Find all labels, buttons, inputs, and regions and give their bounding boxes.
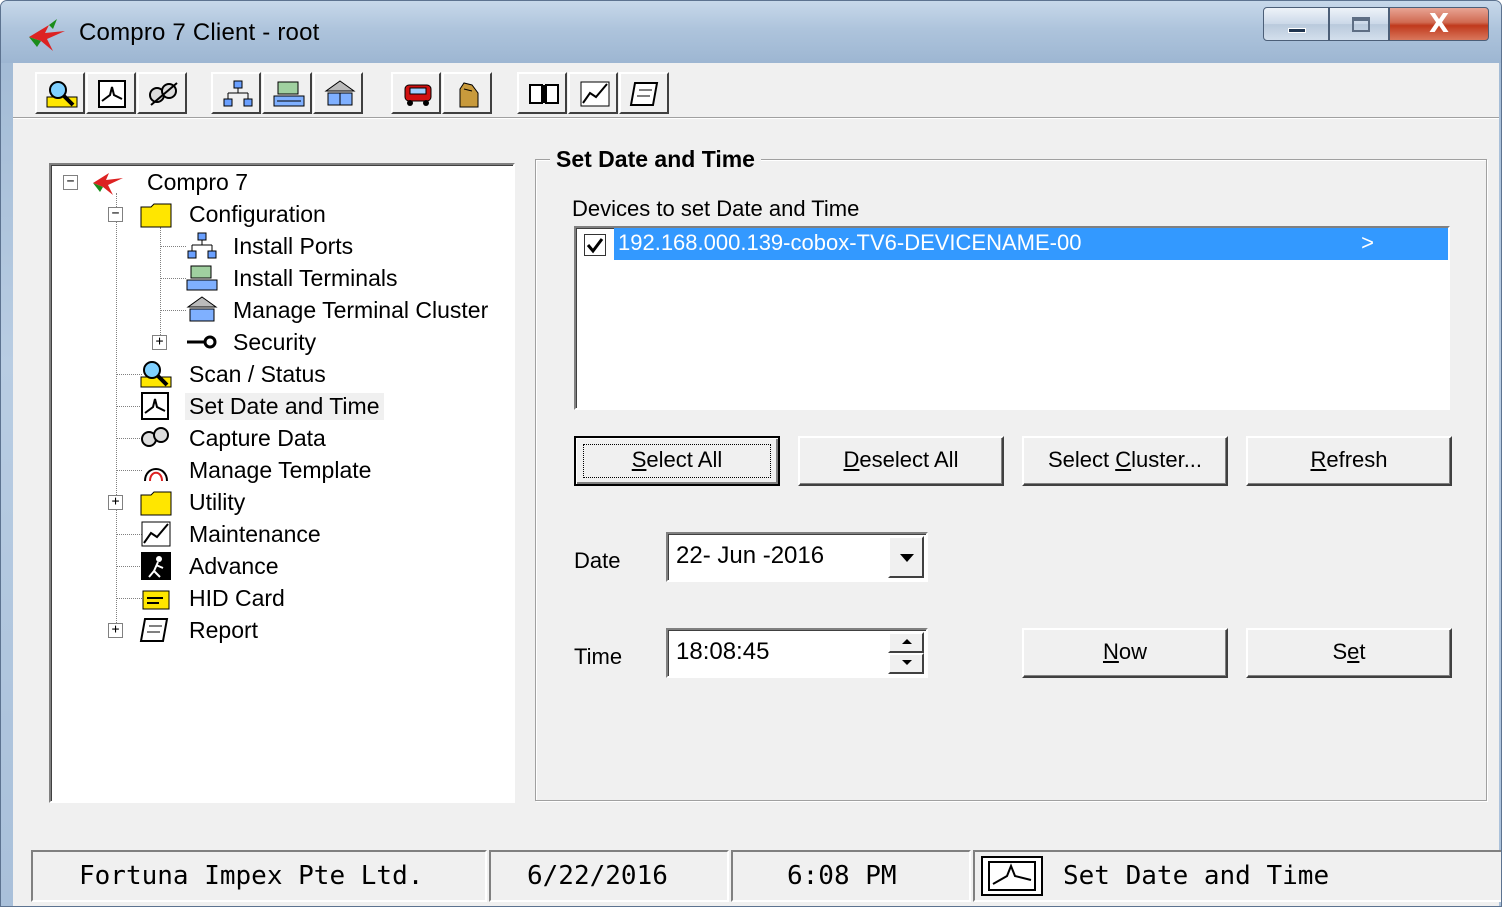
toolbar-report-button[interactable]	[619, 72, 669, 114]
device-row[interactable]: 192.168.000.139-cobox-TV6-DEVICENAME-00 …	[614, 228, 1448, 260]
clock-graph-icon	[981, 856, 1043, 896]
status-current-view: Set Date and Time	[973, 850, 1501, 902]
cluster-icon	[186, 296, 218, 322]
spin-up-icon[interactable]	[888, 632, 924, 653]
select-all-button[interactable]: Select All	[574, 436, 780, 486]
maximize-icon	[1352, 17, 1370, 32]
select-cluster-button[interactable]: Select Cluster...	[1022, 436, 1228, 486]
chart-icon	[580, 81, 610, 107]
devices-label: Devices to set Date and Time	[572, 196, 860, 221]
runner-icon	[141, 552, 171, 580]
toolbar-manage-cluster-button[interactable]	[313, 72, 363, 114]
report-icon	[629, 82, 659, 106]
window-title: Compro 7 Client - root	[79, 19, 320, 46]
tree-expand-report[interactable]: +	[108, 623, 123, 638]
fingerprint-icon	[144, 468, 168, 482]
tree-line	[116, 193, 117, 633]
close-button[interactable]: X	[1389, 7, 1489, 41]
device-row-arrow: >	[1361, 230, 1374, 255]
app-window: Compro 7 Client - root X − Compro 7 − Co…	[0, 0, 1502, 907]
status-company: Fortuna Impex Pte Ltd.	[31, 850, 487, 902]
tree-expand-security[interactable]: +	[152, 335, 167, 350]
toolbar-advance-button[interactable]	[517, 72, 567, 114]
date-label: Date	[574, 548, 621, 573]
chart-icon	[141, 521, 171, 547]
tree-expand-utility[interactable]: +	[108, 495, 123, 510]
deselect-all-button[interactable]: Deselect All	[798, 436, 1004, 486]
client-area: − Compro 7 − Configuration Install Ports…	[13, 63, 1499, 906]
toolbar-set-date-time-button[interactable]	[86, 72, 136, 114]
group-title: Set Date and Time	[550, 146, 761, 173]
folder-icon	[140, 203, 172, 228]
navigation-tree[interactable]: − Compro 7 − Configuration Install Ports…	[49, 163, 515, 803]
magnifier-icon	[46, 81, 78, 108]
time-field[interactable]: 18:08:45	[666, 628, 928, 678]
tree-line	[160, 278, 186, 279]
refresh-button[interactable]: Refresh	[1246, 436, 1452, 486]
toolbar-security-button[interactable]	[391, 72, 441, 114]
report-icon	[139, 618, 169, 642]
toolbar-maintenance-button[interactable]	[568, 72, 618, 114]
device-checkbox[interactable]	[584, 234, 606, 256]
terminals-icon	[186, 265, 218, 291]
minimize-button[interactable]	[1263, 7, 1329, 41]
set-date-time-group: Set Date and Time Devices to set Date an…	[535, 146, 1487, 801]
capture-icon	[149, 82, 178, 106]
tree-collapse-root[interactable]: −	[63, 175, 78, 190]
cluster-icon	[324, 80, 356, 106]
hand-icon	[459, 82, 479, 108]
car-icon	[404, 84, 432, 106]
magnifier-icon	[140, 361, 172, 388]
close-icon: X	[1428, 9, 1450, 39]
clock-graph-icon	[98, 80, 126, 108]
now-button[interactable]: Now	[1022, 628, 1228, 678]
maximize-button[interactable]	[1329, 7, 1389, 41]
status-date: 6/22/2016	[489, 850, 729, 902]
terminals-icon	[273, 81, 305, 107]
clock-graph-icon	[141, 392, 169, 420]
chevron-down-icon[interactable]	[888, 536, 924, 578]
tree-line	[160, 246, 186, 247]
app-logo-icon	[29, 19, 65, 51]
toolbar-capture-data-button[interactable]	[137, 72, 187, 114]
minimize-icon	[1288, 28, 1306, 33]
toolbar-utility-button[interactable]	[442, 72, 492, 114]
tree-line	[160, 310, 186, 311]
devices-list[interactable]: 192.168.000.139-cobox-TV6-DEVICENAME-00 …	[574, 226, 1450, 410]
date-value: 22- Jun -2016	[676, 542, 825, 569]
network-icon	[223, 80, 253, 107]
checkmark-icon	[586, 238, 604, 254]
app-logo-icon	[93, 173, 123, 195]
capture-icon	[141, 427, 169, 447]
tree-collapse-configuration[interactable]: −	[108, 207, 123, 222]
spin-down-icon[interactable]	[888, 653, 924, 674]
toolbar-install-terminals-button[interactable]	[262, 72, 312, 114]
book-icon	[529, 84, 559, 104]
focus-rectangle	[583, 444, 771, 478]
set-button[interactable]: Set	[1246, 628, 1452, 678]
key-icon	[187, 335, 217, 349]
network-icon	[187, 232, 217, 259]
toolbar-install-ports-button[interactable]	[211, 72, 261, 114]
time-label: Time	[574, 644, 623, 669]
tree-line	[160, 227, 161, 347]
date-picker[interactable]: 22- Jun -2016	[666, 532, 928, 582]
status-time: 6:08 PM	[731, 850, 971, 902]
device-name: 192.168.000.139-cobox-TV6-DEVICENAME-00	[618, 230, 1082, 255]
folder-icon	[140, 491, 172, 516]
title-bar[interactable]: Compro 7 Client - root X	[1, 1, 1501, 63]
toolbar-scan-status-button[interactable]	[35, 72, 85, 114]
status-bar: Fortuna Impex Pte Ltd. 6/22/2016 6:08 PM…	[19, 850, 1501, 902]
time-value: 18:08:45	[676, 638, 770, 665]
card-icon	[142, 590, 170, 610]
toolbar-separator	[13, 117, 1499, 119]
